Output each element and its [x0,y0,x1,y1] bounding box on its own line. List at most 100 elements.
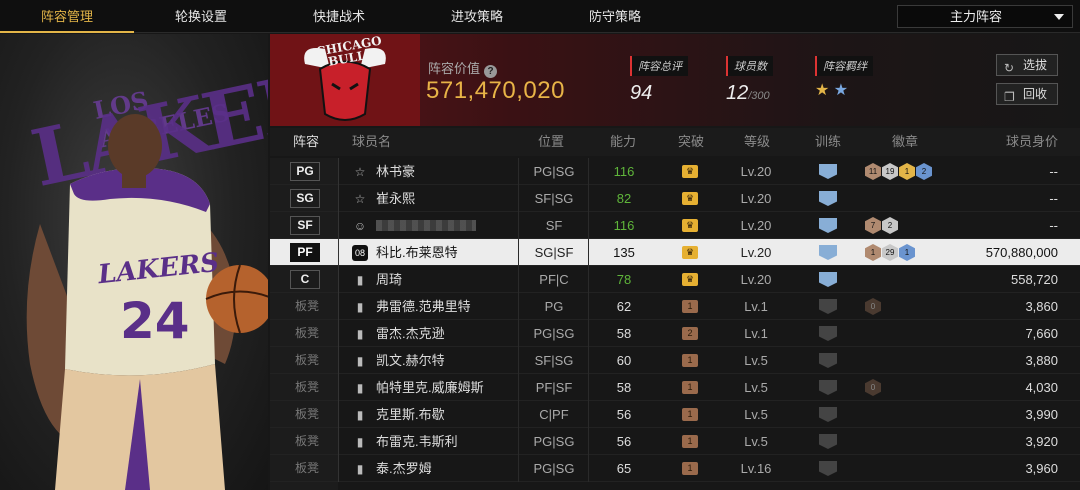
breakthrough-crown-icon[interactable]: ♛ [682,219,698,232]
player-row[interactable]: 板凳 ▮ 帕特里克.威廉姆斯 PF|SF 58 1 Lv.5 0 4,030 [270,374,1080,401]
slot-badge[interactable]: SF [290,216,320,235]
player-name[interactable]: 林书豪 [376,158,415,185]
col-badges[interactable]: 徽章 [892,128,918,156]
slot-badge[interactable]: C [290,270,320,289]
breakthrough-crown-icon[interactable]: 1 [682,408,698,421]
badge-hex-icon[interactable]: 29 [882,244,898,261]
training-shield-icon[interactable] [819,434,837,449]
player-name[interactable]: 凯文.赫尔特 [376,347,445,374]
col-training[interactable]: 训练 [815,128,841,156]
training-shield-icon[interactable] [819,218,837,233]
select-button[interactable]: ↻ 选拔 [996,54,1058,76]
breakthrough-crown-icon[interactable]: ♛ [682,273,698,286]
tab-rotation-settings[interactable]: 轮换设置 [134,0,268,33]
player-name[interactable]: 泰.杰罗姆 [376,455,432,482]
breakthrough-crown-icon[interactable]: ♛ [682,192,698,205]
breakthrough-crown-icon[interactable]: 1 [682,381,698,394]
training-shield-icon[interactable] [819,353,837,368]
col-divider [588,185,589,212]
training-shield-icon[interactable] [819,164,837,179]
player-value: 3,990 [1025,407,1058,422]
breakthrough-crown-icon[interactable]: 1 [682,462,698,475]
badge-hex-icon[interactable]: 1 [865,244,881,261]
tab-offense-strategy[interactable]: 进攻策略 [410,0,544,33]
player-row[interactable]: PF 08 科比.布莱恩特 SG|SF 135 ♛ Lv.20 1 29 1 570… [270,239,1080,266]
training-shield-icon[interactable] [819,272,837,287]
col-name[interactable]: 球员名 [352,128,391,156]
player-name[interactable]: 周琦 [376,266,402,293]
training-shield-icon[interactable] [819,299,837,314]
badge-list: 0 [865,379,881,397]
player-row[interactable]: 板凳 ▮ 泰.杰罗姆 PG|SG 65 1 Lv.16 3,960 [270,455,1080,482]
col-divider [518,320,519,347]
training-shield-icon[interactable] [819,245,837,260]
tab-lineup-management[interactable]: 阵容管理 [0,0,134,33]
training-shield-icon[interactable] [819,326,837,341]
player-name[interactable]: 崔永熙 [376,185,415,212]
col-position[interactable]: 位置 [538,128,564,156]
slot-bench-label[interactable]: 板凳 [295,428,319,455]
badge-hex-icon[interactable]: 19 [882,163,898,180]
col-lineup[interactable]: 阵容 [293,128,319,156]
breakthrough-crown-icon[interactable]: 2 [682,327,698,340]
slot-badge[interactable]: PF [290,243,320,262]
player-name[interactable]: 克里斯.布歇 [376,401,445,428]
slot-badge[interactable]: SG [290,189,320,208]
slot-bench-label[interactable]: 板凳 [295,293,319,320]
breakthrough-crown-icon[interactable]: 1 [682,300,698,313]
breakthrough-crown-icon[interactable]: 1 [682,435,698,448]
player-name[interactable]: 雷杰.杰克逊 [376,320,445,347]
slot-badge[interactable]: PG [290,162,320,181]
player-row[interactable]: 板凳 ▮ 弗雷德.范弗里特 PG 62 1 Lv.1 0 3,860 [270,293,1080,320]
player-row[interactable]: PG ☆ 林书豪 PG|SG 116 ♛ Lv.20 11 19 1 2 -- [270,158,1080,185]
player-row[interactable]: SF ☺ SF 116 ♛ Lv.20 72 -- [270,212,1080,239]
col-level[interactable]: 等级 [744,128,770,156]
slot-bench-label[interactable]: 板凳 [295,320,319,347]
badge-hex-icon[interactable]: 11 [865,163,881,180]
player-row[interactable]: 板凳 ▮ 凯文.赫尔特 SF|SG 60 1 Lv.5 3,880 [270,347,1080,374]
badge-hex-icon[interactable]: 7 [865,217,881,234]
breakthrough-count: 1 [687,409,693,419]
slot-bench-label[interactable]: 板凳 [295,401,319,428]
training-shield-icon[interactable] [819,461,837,476]
breakthrough-crown-icon[interactable]: ♛ [682,165,698,178]
col-divider [518,239,519,266]
bond-gold-icon[interactable]: ★ [815,80,829,100]
player-name[interactable]: 弗雷德.范弗里特 [376,293,471,320]
recycle-button[interactable]: ❐ 回收 [996,83,1058,105]
player-row[interactable]: 板凳 ▮ 克里斯.布歇 C|PF 56 1 Lv.5 3,990 [270,401,1080,428]
bond-blue-icon[interactable]: ★ [834,80,848,100]
player-row[interactable]: 板凳 ▮ 雷杰.杰克逊 PG|SG 58 2 Lv.1 7,660 [270,320,1080,347]
badge-hex-icon[interactable]: 1 [899,163,915,180]
col-breakthrough[interactable]: 突破 [678,128,704,156]
col-ability[interactable]: 能力 [610,128,636,156]
lineup-dropdown[interactable]: 主力阵容 [897,5,1073,28]
player-name[interactable]: 布雷克.韦斯利 [376,428,458,455]
badge-hex-icon[interactable]: 1 [899,244,915,261]
player-position: PG|SG [533,326,575,341]
player-row[interactable]: SG ☆ 崔永熙 SF|SG 82 ♛ Lv.20 -- [270,185,1080,212]
tab-defense-strategy[interactable]: 防守策略 [548,0,682,33]
breakthrough-crown-icon[interactable]: 1 [682,354,698,367]
breakthrough-crown-icon[interactable]: ♛ [682,246,698,259]
player-row[interactable]: C ▮ 周琦 PF|C 78 ♛ Lv.20 558,720 [270,266,1080,293]
slot-bench-label[interactable]: 板凳 [295,347,319,374]
player-ability: 82 [616,191,632,206]
jersey-number: 24 [120,292,190,350]
training-shield-icon[interactable] [819,407,837,422]
player-row[interactable]: 板凳 ▮ 布雷克.韦斯利 PG|SG 56 1 Lv.5 3,920 [270,428,1080,455]
player-name[interactable]: 科比.布莱恩特 [376,239,458,266]
tab-quick-tactics[interactable]: 快捷战术 [272,0,406,33]
player-level: Lv.5 [744,434,768,449]
badge-hex-icon[interactable]: 0 [865,298,881,315]
training-shield-icon[interactable] [819,380,837,395]
player-name[interactable]: 帕特里克.威廉姆斯 [376,374,484,401]
col-value[interactable]: 球员身价 [1006,128,1058,156]
badge-hex-icon[interactable]: 2 [916,163,932,180]
row-divider [338,293,339,320]
slot-bench-label[interactable]: 板凳 [295,374,319,401]
training-shield-icon[interactable] [819,191,837,206]
badge-hex-icon[interactable]: 0 [865,379,881,396]
slot-bench-label[interactable]: 板凳 [295,455,319,482]
badge-hex-icon[interactable]: 2 [882,217,898,234]
